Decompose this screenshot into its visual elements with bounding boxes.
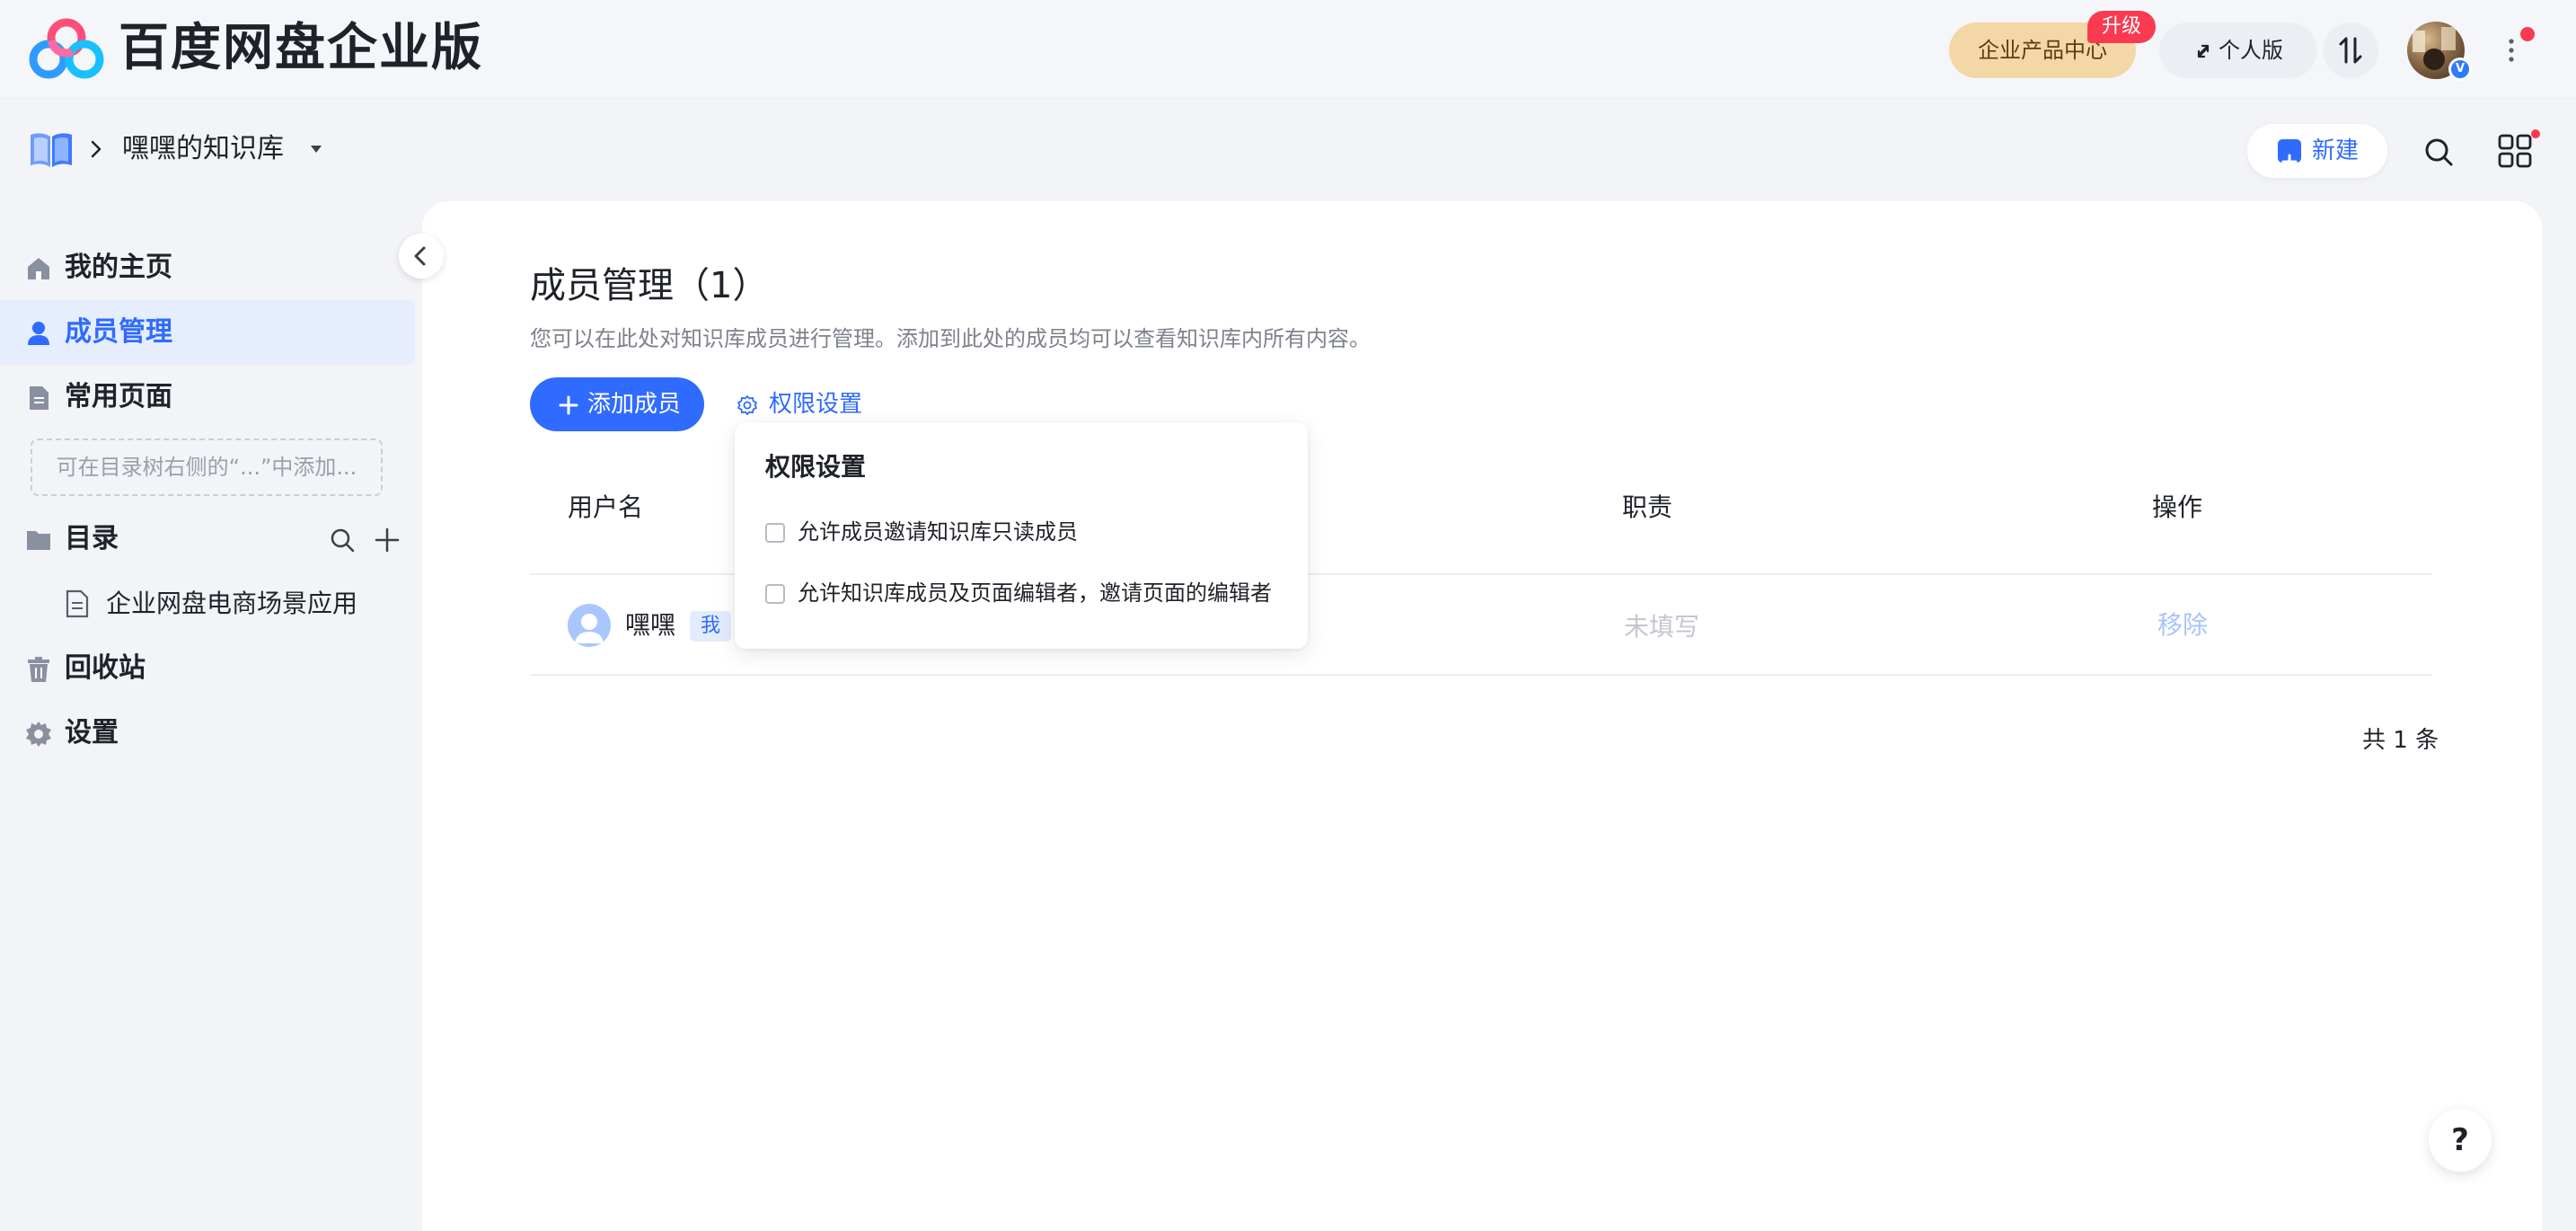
directory-add-icon[interactable] — [374, 527, 401, 554]
switch-icon — [2197, 44, 2210, 58]
verified-badge: V — [2448, 58, 2472, 81]
permission-option-label: 允许知识库成员及页面编辑者，邀请页面的编辑者 — [798, 580, 1272, 606]
permission-settings-label: 权限设置 — [769, 391, 863, 418]
new-button[interactable]: 新建 — [2247, 124, 2387, 178]
page-icon — [30, 386, 49, 410]
knowledge-base-icon — [31, 133, 72, 167]
baidu-netdisk-logo-icon[interactable] — [29, 18, 104, 79]
sidebar-item-label: 目录 — [65, 523, 119, 554]
member-role: 未填写 — [1624, 612, 1700, 642]
sidebar-item-settings[interactable]: 设置 — [0, 701, 415, 766]
sidebar-item-label: 常用页面 — [65, 381, 172, 412]
directory-page-item[interactable]: 企业网盘电商场景应用 — [0, 571, 415, 636]
me-tag: 我 — [690, 611, 731, 642]
column-header-actions: 操作 — [2152, 492, 2203, 522]
member-avatar — [568, 604, 611, 647]
remove-member-button[interactable]: 移除 — [2157, 606, 2208, 645]
member-icon — [28, 322, 49, 345]
top-bar: 百度网盘企业版 企业产品中心 升级 个人版 V — [0, 0, 2576, 99]
chevron-left-icon — [414, 246, 426, 266]
member-name: 嘿嘿 — [625, 610, 676, 640]
personal-version-button[interactable]: 个人版 — [2159, 22, 2317, 78]
popover-title: 权限设置 — [765, 452, 867, 482]
sidebar-item-label: 回收站 — [65, 652, 146, 684]
notification-dot — [2520, 27, 2535, 41]
transfer-icon — [2339, 37, 2362, 64]
sidebar-item-home[interactable]: 我的主页 — [0, 235, 415, 300]
page-title: 成员管理（1） — [530, 265, 769, 306]
upgrade-badge[interactable]: 升级 — [2087, 11, 2156, 43]
more-vertical-icon[interactable] — [2501, 32, 2522, 68]
sidebar-item-trash[interactable]: 回收站 — [0, 636, 415, 701]
transfer-button[interactable] — [2323, 22, 2378, 78]
app-title: 百度网盘企业版 — [119, 19, 483, 77]
caret-down-icon[interactable] — [309, 144, 323, 155]
sidebar-item-common-pages[interactable]: 常用页面 — [0, 365, 415, 430]
directory-search-icon[interactable] — [329, 527, 356, 554]
add-member-label: 添加成员 — [587, 391, 682, 418]
new-button-label: 新建 — [2312, 137, 2360, 164]
plus-icon — [559, 395, 578, 415]
search-icon[interactable] — [2422, 135, 2456, 169]
collapse-sidebar-button[interactable] — [399, 234, 444, 279]
permission-option-label: 允许成员邀请知识库只读成员 — [798, 519, 1078, 545]
sidebar-item-label: 成员管理 — [65, 316, 172, 348]
gear-icon — [26, 722, 51, 747]
permission-settings-popover: 权限设置 允许成员邀请知识库只读成员 允许知识库成员及页面编辑者，邀请页面的编辑… — [735, 422, 1308, 649]
document-icon — [66, 589, 89, 618]
common-pages-hint: 可在目录树右侧的“...”中添加... — [31, 438, 383, 496]
checkbox[interactable] — [765, 523, 785, 543]
table-divider — [530, 674, 2432, 676]
sidebar-item-label: 设置 — [65, 717, 119, 748]
checkbox[interactable] — [765, 584, 785, 604]
help-button[interactable]: ? — [2429, 1109, 2492, 1172]
directory-page-label: 企业网盘电商场景应用 — [106, 589, 358, 618]
settings-gear-icon — [737, 395, 757, 415]
home-icon — [28, 258, 49, 279]
total-count: 共 1 条 — [2362, 727, 2439, 754]
personal-version-label: 个人版 — [2219, 38, 2283, 63]
column-header-role: 职责 — [1622, 492, 1673, 522]
folder-icon — [27, 531, 50, 550]
apps-grid-icon[interactable] — [2497, 133, 2533, 169]
column-header-username: 用户名 — [568, 492, 644, 522]
sidebar-item-label: 我的主页 — [65, 252, 172, 283]
plus-square-icon — [2278, 139, 2301, 170]
trash-icon — [28, 657, 49, 682]
add-member-button[interactable]: 添加成员 — [530, 377, 704, 431]
page-description: 您可以在此处对知识库成员进行管理。添加到此处的成员均可以查看知识库内所有内容。 — [530, 326, 1371, 351]
chevron-right-icon — [91, 140, 101, 158]
sidebar-item-members[interactable]: 成员管理 — [0, 300, 415, 365]
main-panel — [422, 201, 2542, 1231]
apps-notification-dot — [2531, 129, 2540, 138]
knowledge-base-name[interactable]: 嘿嘿的知识库 — [122, 131, 284, 167]
default-avatar-icon — [568, 604, 611, 647]
